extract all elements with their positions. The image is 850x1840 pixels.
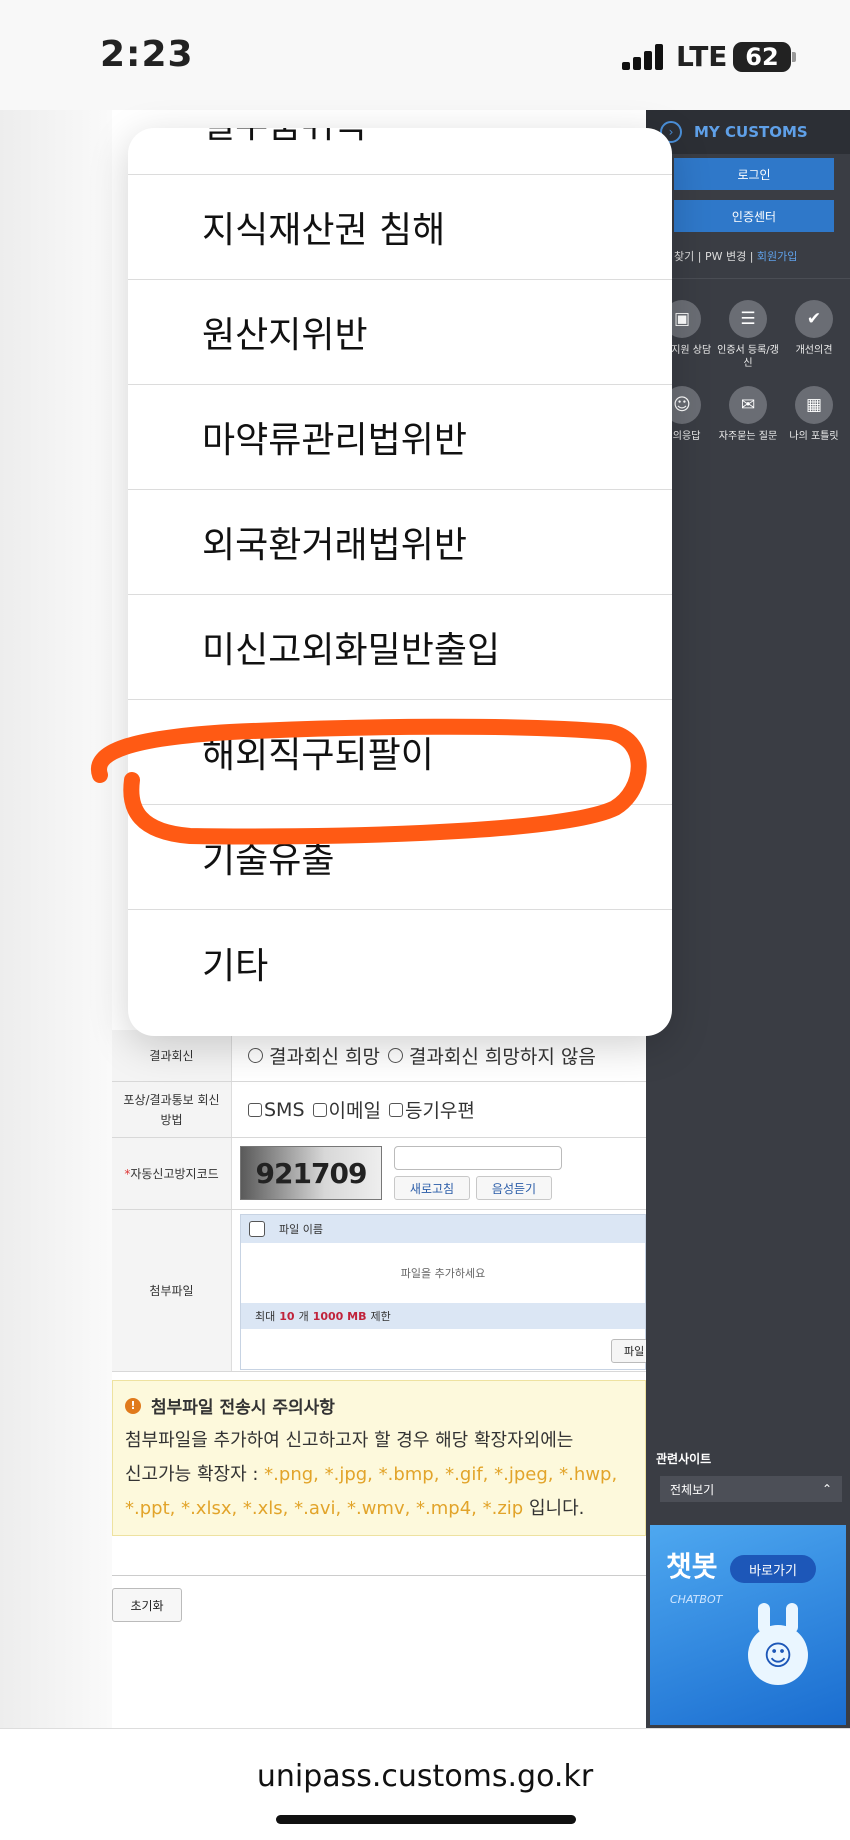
portlet-icon: ▦ [795, 386, 833, 424]
menu-option[interactable]: 외국환거래법위반 [128, 490, 672, 595]
certificate-button[interactable]: ☰ 인증서 등록/갱신 [716, 300, 780, 370]
login-button[interactable]: 로그인 [674, 158, 834, 190]
panel-title: MY CUSTOMS [694, 123, 808, 141]
captcha-refresh-button[interactable]: 새로고침 [394, 1176, 470, 1200]
chatbot-banner[interactable]: 챗봇 바로가기 CHATBOT ☺ [650, 1525, 846, 1725]
cert-center-button[interactable]: 인증센터 [674, 200, 834, 232]
battery-icon: 62 [733, 42, 791, 72]
notify-method-label: 포상/결과통보 회신방법 [112, 1082, 232, 1137]
captcha-audio-button[interactable]: 음성듣기 [476, 1176, 552, 1200]
file-limit-text: 최대 10 개 1000 MB 제한 [241, 1303, 645, 1329]
chatbot-mascot-icon: ☺ [748, 1625, 808, 1685]
chevron-up-icon: ⌃ [821, 1482, 832, 1496]
attachment-row: 첨부파일 파일 이름 파일을 추가하세요 최대 10 개 1000 MB 제한 … [112, 1210, 651, 1372]
chatbot-go-button[interactable]: 바로가기 [730, 1555, 816, 1583]
network-type: LTE [676, 40, 728, 73]
result-reply-no-radio[interactable] [387, 1048, 403, 1063]
sms-checkbox[interactable] [248, 1102, 262, 1117]
related-sites-select[interactable]: 전체보기 ⌃ [660, 1476, 842, 1502]
file-list-header: 파일 이름 [241, 1215, 645, 1243]
report-type-menu: 밀수품취득 지식재산권 침해 원산지위반 마약류관리법위반 외국환거래법위반 미… [128, 128, 672, 1036]
notify-method-row: 포상/결과통보 회신방법 SMS 이메일 등기우편 [112, 1082, 646, 1138]
reset-button[interactable]: 초기화 [112, 1588, 182, 1622]
find-link[interactable]: 찾기 [674, 250, 694, 263]
captcha-input[interactable] [394, 1146, 562, 1170]
registered-mail-checkbox[interactable] [388, 1102, 403, 1117]
form-divider [112, 1575, 646, 1576]
notice-line-3: *.ppt, *.xlsx, *.xls, *.avi, *.wmv, *.mp… [125, 1498, 585, 1519]
menu-option[interactable]: 미신고외화밀반출입 [128, 595, 672, 700]
captcha-row: * 자동신고방지코드 921709 새로고침 음성듣기 [112, 1138, 646, 1210]
file-empty-message: 파일을 추가하세요 [400, 1267, 486, 1280]
email-label: 이메일 [328, 1100, 381, 1122]
menu-option[interactable]: 지식재산권 침해 [128, 175, 672, 280]
my-customs-panel: › MY CUSTOMS 로그인 인증센터 찾기 | PW 변경 | 회원가입 … [646, 110, 850, 1728]
notice-title: 첨부파일 전송시 주의사항 [151, 1398, 335, 1418]
registered-mail-label: 등기우편 [404, 1100, 475, 1122]
attachment-notice: ! 첨부파일 전송시 주의사항 첨부파일을 추가하여 신고하고자 할 경우 해당… [112, 1380, 646, 1536]
battery-tip [792, 52, 796, 62]
result-reply-yes-label: 결과회신 희망 [269, 1046, 380, 1068]
notice-line-1: 첨부파일을 추가하여 신고하고자 할 경우 해당 확장자외에는 [125, 1430, 574, 1451]
menu-option-highlighted[interactable]: 해외직구되팔이 [128, 700, 672, 805]
feedback-button[interactable]: ✔ 개선의견 [782, 300, 846, 357]
file-select-all-checkbox[interactable] [249, 1221, 265, 1237]
url-text: unipass.customs.go.kr [256, 1759, 594, 1794]
chatbot-subtitle: CHATBOT [670, 1593, 723, 1606]
attachment-label: 첨부파일 [112, 1210, 232, 1371]
join-link[interactable]: 회원가입 [757, 250, 797, 263]
panel-header: › MY CUSTOMS [646, 110, 850, 154]
status-bar: 2:23 LTE 62 [0, 0, 850, 110]
result-reply-row: 결과회신 결과회신 희망 결과회신 희망하지 않음 [112, 1030, 646, 1082]
result-reply-no-label: 결과회신 희망하지 않음 [408, 1046, 596, 1068]
menu-option[interactable]: 기타 [128, 910, 672, 1015]
file-name-column: 파일 이름 [279, 1223, 323, 1236]
related-sites-label: 관련사이트 [656, 1452, 712, 1466]
portlet-button[interactable]: ▦ 나의 포틀릿 [782, 386, 846, 443]
menu-option[interactable]: 원산지위반 [128, 280, 672, 385]
captcha-label: * 자동신고방지코드 [112, 1138, 232, 1209]
page-left-margin [0, 110, 112, 1728]
faq-button[interactable]: ✉ 자주묻는 질문 [716, 386, 780, 443]
home-indicator[interactable] [276, 1815, 576, 1824]
sms-label: SMS [264, 1098, 305, 1121]
menu-option[interactable]: 기술유출 [128, 805, 672, 910]
warning-icon: ! [125, 1397, 141, 1414]
captcha-image: 921709 [240, 1146, 382, 1200]
file-list: 파일 이름 파일을 추가하세요 최대 10 개 1000 MB 제한 파일 [240, 1214, 651, 1370]
certificate-icon: ☰ [729, 300, 767, 338]
chatbot-title: 챗봇 [666, 1550, 718, 1583]
menu-option[interactable]: 밀수품취득 [128, 128, 672, 175]
result-reply-label: 결과회신 [112, 1030, 232, 1081]
feedback-icon: ✔ [795, 300, 833, 338]
result-reply-yes-radio[interactable] [248, 1048, 263, 1063]
email-checkbox[interactable] [312, 1102, 327, 1117]
signal-icon [622, 44, 666, 70]
notice-line-2: 신고가능 확장자 : *.png, *.jpg, *.bmp, *.gif, *… [125, 1464, 618, 1485]
add-file-button[interactable]: 파일 [611, 1339, 651, 1363]
pw-change-link[interactable]: PW 변경 [705, 250, 746, 263]
panel-separator [646, 278, 850, 279]
faq-icon: ✉ [729, 386, 767, 424]
status-time: 2:23 [100, 34, 194, 75]
account-links: 찾기 | PW 변경 | 회원가입 [674, 250, 798, 263]
menu-option[interactable]: 마약류관리법위반 [128, 385, 672, 490]
